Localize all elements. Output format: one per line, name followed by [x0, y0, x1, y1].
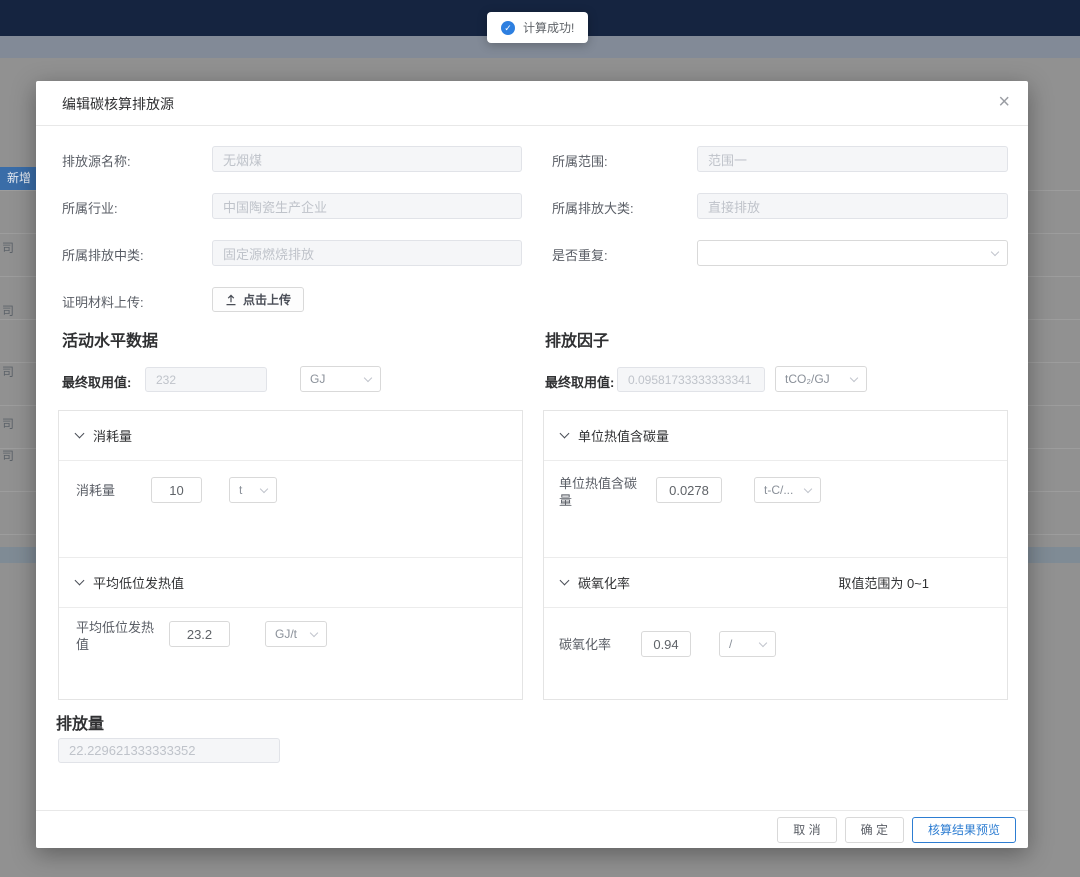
- scope-field: [697, 146, 1008, 172]
- consumption-panel-content: 消耗量 t: [59, 461, 522, 558]
- oxidation-rate-input[interactable]: [641, 631, 691, 657]
- carbon-content-row-label: 单位热值含碳量: [559, 475, 645, 509]
- carbon-content-input[interactable]: [656, 477, 722, 503]
- activity-section-title: 活动水平数据: [62, 327, 158, 351]
- upload-icon: [225, 294, 237, 306]
- duplicate-label: 是否重复:: [552, 245, 608, 264]
- heating-value-panel-title: 平均低位发热值: [93, 573, 184, 592]
- oxidation-rate-unit-value: /: [729, 637, 732, 651]
- factor-final-unit-select: tCO₂/GJ: [775, 366, 867, 392]
- dialog-title: 编辑碳核算排放源: [62, 94, 174, 114]
- chevron-down-icon: [260, 484, 268, 492]
- chevron-down-icon: [804, 484, 812, 492]
- consumption-panel-header[interactable]: 消耗量: [59, 411, 522, 461]
- carbon-content-panel-header[interactable]: 单位热值含碳量: [544, 411, 1007, 461]
- toast-message: 计算成功!: [523, 19, 574, 36]
- oxidation-rate-unit-select[interactable]: /: [719, 631, 776, 657]
- chevron-down-icon: [991, 247, 999, 255]
- oxidation-rate-range-hint: 取值范围为 0~1: [838, 573, 1007, 592]
- upload-button-label: 点击上传: [243, 291, 291, 308]
- activity-final-unit-value: GJ: [310, 372, 325, 386]
- heating-value-panel-header[interactable]: 平均低位发热值: [59, 558, 522, 608]
- factor-final-label: 最终取用值:: [545, 372, 614, 391]
- dialog-footer: 取 消 确 定 核算结果预览: [36, 810, 1028, 848]
- close-icon[interactable]: ×: [998, 90, 1010, 114]
- activity-final-unit-select: GJ: [300, 366, 381, 392]
- oxidation-rate-panel-header[interactable]: 碳氧化率 取值范围为 0~1: [544, 558, 1007, 608]
- collapse-arrow-icon: [75, 576, 85, 586]
- factor-final-unit-value: tCO₂/GJ: [785, 372, 830, 386]
- activity-final-label: 最终取用值:: [62, 372, 131, 391]
- collapse-arrow-icon: [560, 429, 570, 439]
- oxidation-rate-panel-title: 碳氧化率: [578, 573, 630, 592]
- success-toast: ✓ 计算成功!: [487, 12, 588, 43]
- oxidation-rate-row-label: 碳氧化率: [559, 636, 611, 653]
- consumption-row-label: 消耗量: [76, 482, 115, 499]
- result-preview-button[interactable]: 核算结果预览: [912, 817, 1016, 843]
- industry-label: 所属行业:: [62, 198, 118, 217]
- background-table-cell: 司: [2, 239, 14, 256]
- factor-final-value-field: [617, 367, 765, 392]
- consumption-unit-select[interactable]: t: [229, 477, 277, 503]
- heating-value-input[interactable]: [169, 621, 230, 647]
- consumption-input[interactable]: [151, 477, 202, 503]
- carbon-content-unit-select[interactable]: t-C/...: [754, 477, 821, 503]
- major-category-label: 所属排放大类:: [552, 198, 634, 217]
- chevron-down-icon: [850, 373, 858, 381]
- factor-panels-box: 单位热值含碳量 单位热值含碳量 t-C/... 碳氧化率 取值范围为 0~1 碳…: [543, 410, 1008, 700]
- middle-category-label: 所属排放中类:: [62, 245, 144, 264]
- heating-value-unit-select[interactable]: GJ/t: [265, 621, 327, 647]
- chevron-down-icon: [310, 628, 318, 636]
- scope-label: 所属范围:: [552, 151, 608, 170]
- chevron-down-icon: [364, 373, 372, 381]
- source-name-field: [212, 146, 522, 172]
- chevron-down-icon: [759, 638, 767, 646]
- source-name-label: 排放源名称:: [62, 151, 131, 170]
- factor-section-title: 排放因子: [545, 327, 609, 351]
- industry-field: [212, 193, 522, 219]
- activity-final-value-field: [145, 367, 267, 392]
- collapse-arrow-icon: [560, 576, 570, 586]
- heating-value-unit-value: GJ/t: [275, 627, 297, 641]
- duplicate-select[interactable]: [697, 240, 1008, 266]
- upload-button[interactable]: 点击上传: [212, 287, 304, 312]
- page-root: 新增 司 司 司 司 司 ✓ 计算成功! 编辑碳核算排放源 × 排放源名称: 所…: [0, 0, 1080, 877]
- collapse-arrow-icon: [75, 429, 85, 439]
- background-table-cell: 司: [2, 447, 14, 464]
- carbon-content-unit-value: t-C/...: [764, 483, 793, 497]
- background-table-cell: 司: [2, 415, 14, 432]
- cancel-button[interactable]: 取 消: [777, 817, 836, 843]
- heating-value-row-label: 平均低位发热值: [76, 619, 160, 653]
- background-table-cell: 司: [2, 302, 14, 319]
- carbon-content-panel-title: 单位热值含碳量: [578, 426, 669, 445]
- middle-category-field: [212, 240, 522, 266]
- consumption-panel-title: 消耗量: [93, 426, 132, 445]
- heating-value-panel-content: 平均低位发热值 GJ/t: [59, 608, 522, 701]
- major-category-field: [697, 193, 1008, 219]
- confirm-button[interactable]: 确 定: [845, 817, 904, 843]
- consumption-unit-value: t: [239, 483, 242, 497]
- emission-section-title: 排放量: [56, 710, 104, 734]
- activity-panels-box: 消耗量 消耗量 t 平均低位发热值 平均低位发热值 GJ/t: [58, 410, 523, 700]
- emission-amount-field: [58, 738, 280, 763]
- check-circle-icon: ✓: [501, 21, 515, 35]
- background-table-cell: 司: [2, 363, 14, 380]
- proof-upload-label: 证明材料上传:: [62, 292, 144, 311]
- oxidation-rate-panel-content: 碳氧化率 /: [544, 608, 1007, 701]
- carbon-content-panel-content: 单位热值含碳量 t-C/...: [544, 461, 1007, 558]
- add-button-background: 新增: [0, 167, 36, 190]
- edit-emission-source-dialog: 编辑碳核算排放源 × 排放源名称: 所属范围: 所属行业: 所属排放大类: 所属…: [36, 81, 1028, 848]
- dialog-header: 编辑碳核算排放源 ×: [36, 81, 1028, 126]
